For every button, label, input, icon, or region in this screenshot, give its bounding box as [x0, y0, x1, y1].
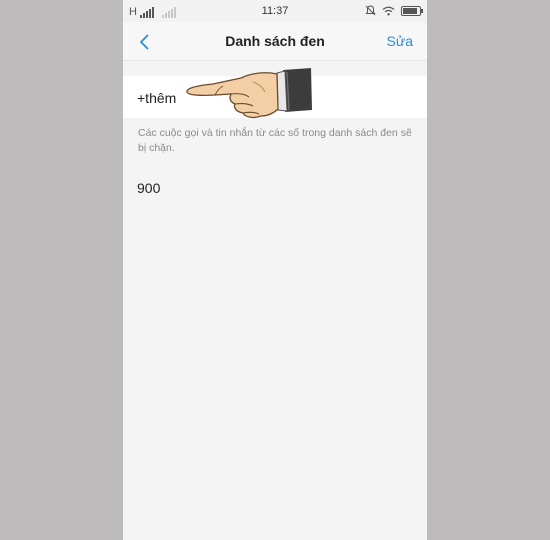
page-title: Danh sách đen — [225, 33, 325, 49]
pointing-hand-icon — [186, 68, 312, 119]
wifi-icon — [382, 6, 395, 15]
status-bar: H 11:37 — [123, 0, 427, 22]
battery-icon — [401, 5, 423, 16]
blacklist-hint: Các cuộc gọi và tin nhắn từ các số trong… — [138, 127, 412, 154]
mute-alarm-icon — [365, 5, 376, 16]
add-number-label: +thêm — [137, 90, 177, 106]
blocked-number-item[interactable]: 900 — [137, 180, 160, 196]
status-right — [365, 5, 423, 16]
battery-fill — [403, 7, 417, 14]
header-bar: Danh sách đen Sửa — [123, 22, 427, 61]
phone-screen: H 11:37 Danh sách đen Sửa +thêm Các cuộc… — [123, 0, 427, 540]
edit-button[interactable]: Sửa — [387, 33, 414, 49]
